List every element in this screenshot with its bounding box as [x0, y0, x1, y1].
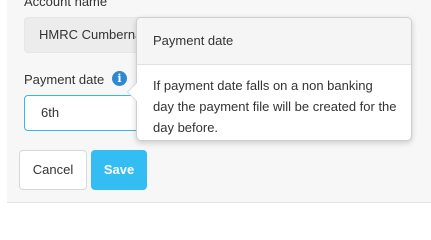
account-name-label: Account name [24, 0, 108, 9]
cancel-button[interactable]: Cancel [19, 150, 87, 190]
info-icon[interactable]: i [112, 71, 127, 86]
tooltip-body: If payment date falls on a non banking d… [153, 78, 397, 135]
save-button[interactable]: Save [91, 150, 147, 190]
tooltip-arrow-fill [128, 83, 137, 101]
tooltip-title: Payment date [137, 18, 411, 65]
payment-date-tooltip: Payment date If payment date falls on a … [127, 17, 412, 141]
payment-date-label: Payment date [24, 72, 105, 87]
